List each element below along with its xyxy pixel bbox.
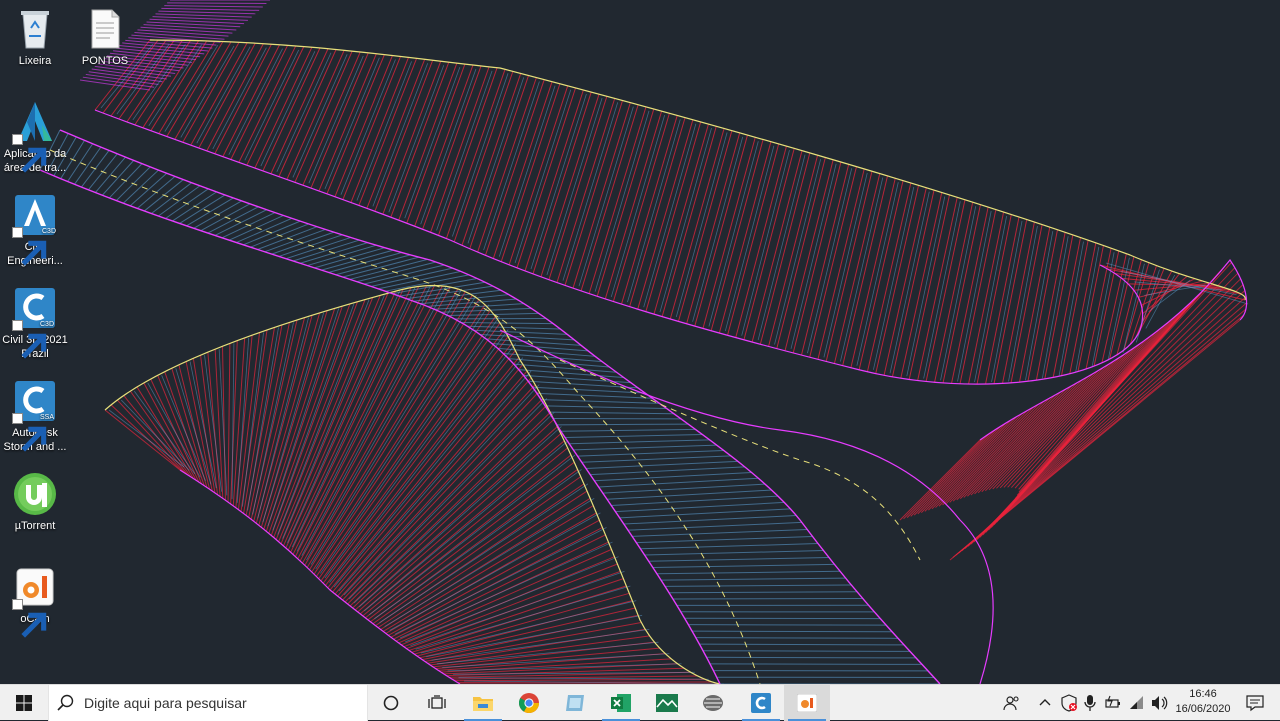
wifi-icon[interactable] — [1128, 694, 1146, 712]
civil3d-corridor-drawing — [0, 0, 1280, 684]
utorrent-icon — [12, 471, 58, 517]
desktop-icon-ocam[interactable]: oCam — [0, 564, 70, 626]
taskbar-excel[interactable] — [598, 685, 644, 721]
taskbar-topograph[interactable] — [644, 685, 690, 721]
cortana-button[interactable] — [368, 685, 414, 721]
search-icon — [57, 694, 75, 712]
taskbar-photos[interactable] — [552, 685, 598, 721]
show-hidden-icons-icon[interactable] — [1038, 697, 1052, 707]
storm-sanitary-icon: SSA — [12, 378, 58, 424]
ocam-icon — [12, 564, 58, 610]
defender-icon[interactable] — [1060, 694, 1078, 712]
photos-icon — [564, 693, 586, 713]
task-view-icon — [428, 695, 446, 711]
cortana-icon — [383, 695, 399, 711]
desktop-icon-civil-engineering[interactable]: C3D Civil Engineeri... — [0, 192, 70, 268]
chrome-icon — [518, 692, 540, 714]
clock-time: 16:46 — [1170, 687, 1236, 702]
desktop-icon-pontos[interactable]: PONTOS — [70, 6, 140, 68]
taskbar-ocam[interactable] — [784, 685, 830, 721]
shortcut-arrow-icon — [12, 227, 23, 238]
desktop-icon-label: Lixeira — [0, 54, 70, 68]
task-view-button[interactable] — [414, 685, 460, 721]
topograph-icon — [655, 693, 679, 713]
network-app-icon — [702, 693, 724, 713]
taskbar-network-app[interactable] — [690, 685, 736, 721]
start-button[interactable] — [0, 685, 48, 721]
civil3d-icon: C3D — [12, 285, 58, 331]
microphone-icon[interactable] — [1084, 694, 1096, 712]
desktop-icon-utorrent[interactable]: µTorrent — [0, 471, 70, 533]
shortcut-arrow-icon — [12, 134, 23, 145]
taskbar: Digite aqui para pesquisar 16:46 — [0, 684, 1280, 720]
desktop-icon-label: PONTOS — [70, 54, 140, 68]
start-icon — [16, 695, 32, 711]
shortcut-arrow-icon — [12, 320, 23, 331]
volume-icon[interactable] — [1150, 694, 1168, 712]
civil3d-taskbar-icon — [751, 693, 771, 713]
search-placeholder: Digite aqui para pesquisar — [84, 695, 247, 711]
excel-icon — [610, 692, 632, 714]
taskbar-civil3d[interactable] — [738, 685, 784, 721]
taskbar-search-box[interactable]: Digite aqui para pesquisar — [48, 685, 368, 721]
taskbar-file-explorer[interactable] — [460, 685, 506, 721]
desktop-icon-recycle-bin[interactable]: Lixeira — [0, 6, 70, 68]
civil-engineering-icon: C3D — [12, 192, 58, 238]
file-explorer-icon — [472, 694, 494, 712]
notification-icon[interactable] — [1246, 694, 1264, 712]
shortcut-arrow-icon — [12, 599, 23, 610]
text-file-icon — [82, 6, 128, 52]
taskbar-clock[interactable]: 16:46 16/06/2020 — [1170, 687, 1236, 717]
battery-icon[interactable] — [1104, 694, 1122, 712]
desktop-icon-storm-sanitary[interactable]: SSA Autodesk Storm and ... — [0, 378, 70, 454]
autodesk-app-icon — [12, 99, 58, 145]
taskbar-chrome[interactable] — [506, 685, 552, 721]
clock-date: 16/06/2020 — [1170, 702, 1236, 717]
desktop-icon-civil3d-2021[interactable]: C3D Civil 3D 2021 Brazil — [0, 285, 70, 361]
ocam-taskbar-icon — [797, 694, 817, 712]
desktop-icon-autodesk-app[interactable]: Aplicativo da área de tra... — [0, 99, 70, 175]
recycle-bin-icon — [12, 6, 58, 52]
people-icon[interactable] — [1003, 694, 1021, 712]
desktop-icon-label: µTorrent — [0, 519, 70, 533]
corridor-edge-lines — [40, 40, 1247, 684]
shortcut-arrow-icon — [12, 413, 23, 424]
